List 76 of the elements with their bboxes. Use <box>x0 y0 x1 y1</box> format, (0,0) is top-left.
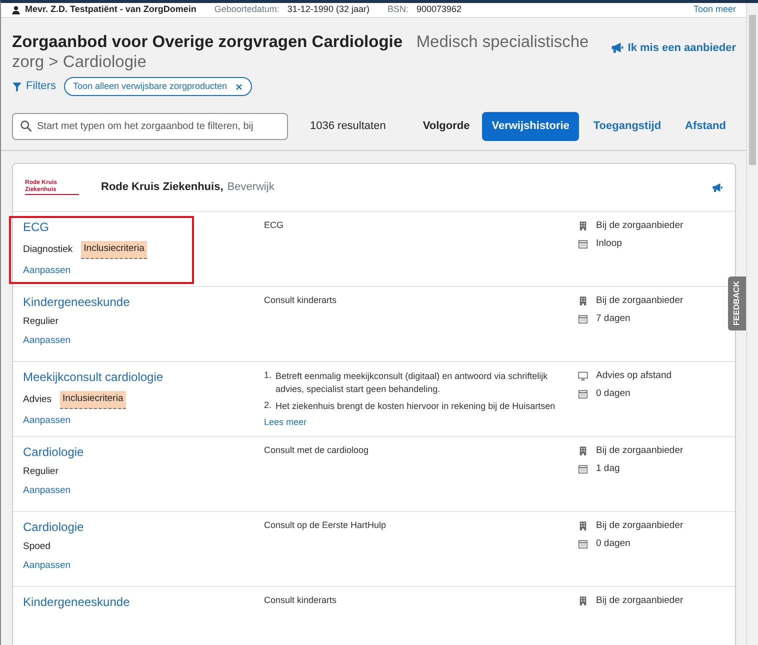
calendar-icon <box>578 314 588 324</box>
offer-title[interactable]: Cardiologie <box>23 444 84 460</box>
birthdate-label: Geboortedatum: <box>214 3 280 16</box>
offer-description: Consult kinderarts <box>264 594 338 606</box>
offer-description: Consult met de cardioloog <box>264 444 370 456</box>
filters-link[interactable]: Filters <box>12 78 56 95</box>
missing-provider-link[interactable]: Ik mis een aanbieder <box>610 40 736 56</box>
care-type: Advies <box>23 394 52 406</box>
calendar-icon <box>578 464 588 474</box>
location-text: Bij de zorgaanbieder <box>596 294 684 308</box>
provider-name: Rode Kruis Ziekenhuis, <box>101 180 224 195</box>
calendar-icon <box>578 389 588 400</box>
location-text: Bij de zorgaanbieder <box>596 220 684 232</box>
wait-time: 0 dagen <box>596 538 630 550</box>
offer-title[interactable]: ECG <box>23 220 50 236</box>
offer-title[interactable]: Kindergeneeskunde <box>23 294 130 310</box>
list-item-text: Het ziekenhuis brengt de kosten hiervoor in rekening bij de Huisartsen <box>276 400 556 413</box>
provider-city: Beverwijk <box>227 180 274 195</box>
inclusion-tag[interactable]: Inclusiecriteria <box>80 241 148 259</box>
location-text: Bij de zorgaanbieder <box>596 520 684 532</box>
offer-description: Consult kinderarts <box>264 294 338 306</box>
offer-title[interactable]: Kindergeneeskunde <box>23 594 130 610</box>
sort-label: Volgorde <box>422 119 470 134</box>
bsn-label: BSN: <box>387 3 408 16</box>
building-icon <box>578 596 588 606</box>
care-type: Regulier <box>23 466 58 479</box>
building-icon <box>578 220 588 231</box>
offer-description: Consult op de Eerste HartHulp <box>264 520 388 532</box>
location-text: Bij de zorgaanbieder <box>596 444 684 458</box>
location-text: Advies op afstand <box>596 370 672 382</box>
person-icon <box>11 4 21 15</box>
offer-title[interactable]: Meekijkconsult cardiologie <box>23 370 164 386</box>
list-number: 2. <box>264 400 272 412</box>
edit-link[interactable]: Aanpassen <box>23 264 264 278</box>
patient-name: Mevr. Z.D. Testpatiënt - van ZorgDomein <box>25 3 196 16</box>
megaphone-icon <box>610 41 624 54</box>
sort-button[interactable]: Afstand <box>675 112 736 141</box>
edit-link[interactable]: Aanpassen <box>23 484 264 498</box>
care-type: Regulier <box>23 316 58 329</box>
filter-icon <box>12 82 22 92</box>
monitor-icon <box>578 370 588 381</box>
sort-button[interactable]: Toegangstijd <box>583 112 672 141</box>
search-field[interactable]: Start met typen om het zorgaanbod te filteren, bij <box>12 113 288 140</box>
birthdate-value: 31-12-1990 (32 jaar) <box>287 3 370 16</box>
inclusion-tag[interactable]: Inclusiecriteria <box>60 391 126 409</box>
calendar-icon <box>578 239 588 250</box>
wait-time: 7 dagen <box>596 313 630 326</box>
offer-title[interactable]: Cardiologie <box>23 520 84 536</box>
building-icon <box>578 446 588 456</box>
filter-chip[interactable]: Toon alleen verwijsbare zorgproducten <box>64 76 252 96</box>
bsn-value: 900073962 <box>416 3 462 16</box>
edit-link[interactable]: Aanpassen <box>23 414 264 428</box>
read-more-link[interactable]: Lees meer <box>264 416 578 429</box>
offer-description: ECG <box>264 220 285 232</box>
wait-time: 0 dagen <box>596 388 630 400</box>
wait-time: Inloop <box>596 238 622 250</box>
scrollbar-thumb[interactable] <box>749 15 756 165</box>
search-icon <box>20 120 32 132</box>
edit-link[interactable]: Aanpassen <box>23 334 264 348</box>
care-type: Diagnostiek <box>23 244 73 256</box>
location-text: Bij de zorgaanbieder <box>596 594 684 608</box>
megaphone-icon[interactable] <box>712 182 723 193</box>
result-count: 1036 resultaten <box>310 119 386 134</box>
page-heading: Zorgaanbod voor Overige zorgvragen Cardiologie Medisch specialistische zorg > Cardiologie <box>12 32 590 73</box>
edit-link[interactable]: Aanpassen <box>23 560 264 572</box>
close-icon <box>235 82 244 90</box>
sort-button[interactable]: Verwijshistorie <box>482 112 580 141</box>
calendar-icon <box>578 539 588 550</box>
wait-time: 1 dag <box>596 463 620 476</box>
feedback-tab[interactable]: FEEDBACK <box>728 276 746 330</box>
building-icon <box>578 296 588 306</box>
care-type: Spoed <box>23 541 50 554</box>
building-icon <box>578 520 588 531</box>
show-more-link[interactable]: Toon meer <box>693 3 736 16</box>
list-item-text: Betreft eenmalig meekijkconsult (digitaal) en antwoord via schriftelijk advies, specialist start geen behandeling. <box>276 370 549 396</box>
list-number: 1. <box>264 370 272 382</box>
